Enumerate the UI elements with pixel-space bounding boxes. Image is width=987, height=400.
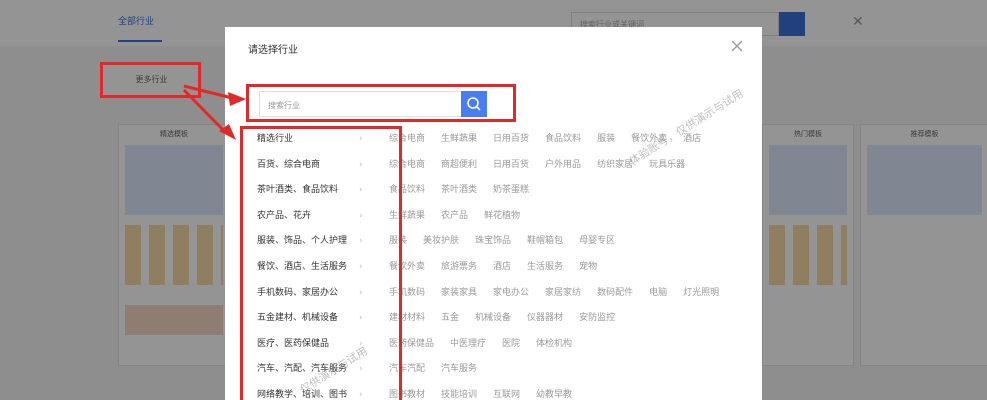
subcategory-item[interactable]: 医院: [502, 339, 520, 349]
subcategory-item[interactable]: 茶叶酒类: [441, 185, 477, 195]
subcategory-item[interactable]: 家电办公: [493, 288, 529, 298]
subcategory-item[interactable]: 美妆护肤: [423, 236, 459, 246]
subcategory-item[interactable]: 珠宝饰品: [475, 236, 511, 246]
subcategory-item[interactable]: 电脑: [649, 288, 667, 298]
subcategory-item[interactable]: 纺织家居: [597, 160, 633, 170]
subcategory-row: 手机数码 家装家具 家电办公 家居家纺 数码配件 电脑 灯光照明: [389, 281, 759, 307]
subcategory-item[interactable]: 互联网: [493, 390, 520, 400]
subcategory-item[interactable]: 灯光照明: [683, 288, 719, 298]
subcategory-item[interactable]: 生活服务: [527, 262, 563, 272]
subcategory-item[interactable]: 数码配件: [597, 288, 633, 298]
subcategory-item[interactable]: 母婴专区: [579, 236, 615, 246]
subcategory-item[interactable]: 体检机构: [536, 339, 572, 349]
subcategory-item[interactable]: 旅游票务: [441, 262, 477, 272]
subcategory-row: 服装 美妆护肤 珠宝饰品 鞋帽箱包 母婴专区: [389, 229, 759, 255]
subcategory-item[interactable]: 机械设备: [475, 313, 511, 323]
subcategory-row: 图书教材 技能培训 互联网 幼教早教: [389, 383, 759, 400]
subcategory-item[interactable]: 幼教早教: [536, 390, 572, 400]
subcategory-item[interactable]: 户外用品: [545, 160, 581, 170]
annotation-highlight-categories: [240, 126, 402, 400]
annotation-highlight-search: [246, 84, 516, 122]
subcategory-row: 综合电商 生鲜蔬果 日用百货 食品饮料 服装 餐饮外卖 酒店: [389, 127, 759, 153]
close-icon[interactable]: [730, 39, 744, 53]
annotation-highlight-filter: [100, 62, 201, 98]
subcategory-row: 食品饮料 茶叶酒类 奶茶蛋糕: [389, 178, 759, 204]
subcategory-item[interactable]: 汽车服务: [441, 364, 477, 374]
subcategory-item[interactable]: 鞋帽箱包: [527, 236, 563, 246]
subcategory-row: 建材材料 五金 机械设备 仪器器材 安防监控: [389, 306, 759, 332]
subcategory-item[interactable]: 日用百货: [493, 160, 529, 170]
subcategory-item[interactable]: 中医理疗: [450, 339, 486, 349]
subcategory-item[interactable]: 鲜花植物: [484, 211, 520, 221]
subcategory-item[interactable]: 安防监控: [579, 313, 615, 323]
subcategory-row: 医药保健品 中医理疗 医院 体检机构: [389, 332, 759, 358]
subcategory-item[interactable]: 家装家具: [441, 288, 477, 298]
subcategory-row: 餐饮外卖 旅游票务 酒店 生活服务 宠物: [389, 255, 759, 281]
subcategory-row: 综合电商 商超便利 日用百货 户外用品 纺织家居 玩具乐器: [389, 153, 759, 179]
subcategory-item[interactable]: 商超便利: [441, 160, 477, 170]
subcategory-row: 生鲜蔬果 农产品 鲜花植物: [389, 204, 759, 230]
subcategory-item[interactable]: 农产品: [441, 211, 468, 221]
subcategory-item[interactable]: 服装: [597, 134, 615, 144]
subcategory-item[interactable]: 家居家纺: [545, 288, 581, 298]
subcategory-item[interactable]: 酒店: [493, 262, 511, 272]
subcategory-item[interactable]: 宠物: [579, 262, 597, 272]
subcategory-item[interactable]: 技能培训: [441, 390, 477, 400]
subcategory-item[interactable]: 仪器器材: [527, 313, 563, 323]
subcategory-item[interactable]: 生鲜蔬果: [441, 134, 477, 144]
subcategory-item[interactable]: 日用百货: [493, 134, 529, 144]
subcategory-item[interactable]: 奶茶蛋糕: [493, 185, 529, 195]
dialog-title: 请选择行业: [248, 45, 298, 56]
subcategory-list: 综合电商 生鲜蔬果 日用百货 食品饮料 服装 餐饮外卖 酒店 综合电商 商超便利 日用百货 户外用…: [389, 127, 759, 400]
subcategory-row: 汽车汽配 汽车服务: [389, 357, 759, 383]
subcategory-item[interactable]: 五金: [441, 313, 459, 323]
subcategory-item[interactable]: 玩具乐器: [649, 160, 685, 170]
subcategory-item[interactable]: 食品饮料: [545, 134, 581, 144]
